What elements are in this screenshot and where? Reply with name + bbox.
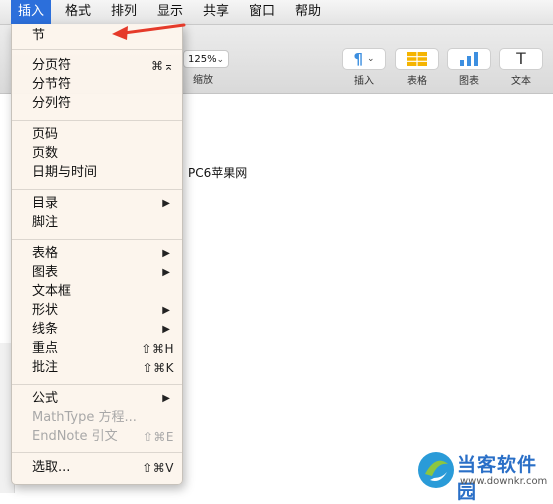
menu-item-date-time[interactable]: 日期与时间 (12, 164, 182, 182)
menu-item-comment[interactable]: 批注 ⇧⌘K (12, 359, 182, 377)
watermark-logo-icon (418, 452, 454, 488)
document-body-text[interactable]: PC6苹果网 (188, 164, 247, 181)
menu-item-mathtype: MathType 方程... (12, 409, 182, 427)
menu-bar: 插入 格式 排列 显示 共享 窗口 帮助 (0, 0, 553, 25)
menu-item-column-break[interactable]: 分列符 (12, 95, 182, 113)
menu-item-label: 公式 (32, 391, 59, 406)
shortcut-label: ⇧⌘H (141, 342, 174, 356)
text-button-label: 文本 (511, 76, 531, 87)
table-button-label: 表格 (407, 76, 427, 87)
chart-button[interactable] (447, 48, 491, 70)
shortcut-label: ⌘⌅ (150, 59, 174, 73)
menu-item-label: 图表 (32, 265, 59, 280)
menu-item-label: 目录 (32, 196, 59, 211)
insert-button[interactable]: ¶ ⌄ (342, 48, 386, 70)
zoom-value: 125% (188, 54, 217, 65)
menu-item-label: 选取... (32, 460, 71, 475)
menu-item-section-break[interactable]: 分节符 (12, 76, 182, 94)
menu-item-label: EndNote 引文 (32, 429, 118, 444)
menu-view[interactable]: 显示 (150, 0, 190, 24)
menu-item-label: MathType 方程... (32, 410, 137, 425)
menu-item-label: 形状 (32, 303, 59, 318)
submenu-arrow-icon: ▶ (162, 324, 170, 335)
menu-item-highlight[interactable]: 重点 ⇧⌘H (12, 340, 182, 358)
menu-item-label: 脚注 (32, 215, 59, 230)
menu-item-shape[interactable]: 形状 ▶ (12, 302, 182, 320)
menu-item-label: 文本框 (32, 284, 72, 299)
text-button[interactable]: T (499, 48, 543, 70)
menu-item-label: 页码 (32, 127, 59, 142)
shortcut-label: ⇧⌘E (142, 430, 174, 444)
menu-item-label: 页数 (32, 146, 59, 161)
shortcut-label: ⇧⌘V (142, 461, 174, 475)
menu-separator (12, 452, 182, 453)
submenu-arrow-icon: ▶ (162, 248, 170, 259)
submenu-arrow-icon: ▶ (162, 393, 170, 404)
submenu-arrow-icon: ▶ (162, 198, 170, 209)
menu-separator (12, 189, 182, 190)
menu-item-table[interactable]: 表格 ▶ (12, 245, 182, 263)
menu-item-endnote: EndNote 引文 ⇧⌘E (12, 428, 182, 446)
menu-item-label: 表格 (32, 246, 59, 261)
menu-help[interactable]: 帮助 (288, 0, 328, 24)
menu-item-label: 日期与时间 (32, 165, 98, 180)
zoom-label: 缩放 (193, 75, 213, 86)
zoom-select[interactable]: 125% ⌄ (183, 50, 229, 68)
menu-item-line[interactable]: 线条 ▶ (12, 321, 182, 339)
menu-item-toc[interactable]: 目录 ▶ (12, 195, 182, 213)
menu-separator (12, 49, 182, 50)
submenu-arrow-icon: ▶ (162, 305, 170, 316)
insert-dropdown-menu: 节 分页符 ⌘⌅ 分节符 分列符 页码 页数 日期与时间 目录 ▶ 脚注 表格 ▶ 图… (11, 24, 183, 485)
shortcut-label: ⇧⌘K (142, 361, 174, 375)
menu-item-label: 节 (32, 28, 46, 43)
chevron-down-icon: ⌄ (216, 55, 224, 65)
menu-separator (12, 120, 182, 121)
chevron-down-icon: ⌄ (367, 54, 375, 64)
watermark-logo: 当客软件园 www.downkr.com (414, 448, 553, 503)
chart-button-label: 图表 (459, 76, 479, 87)
menu-insert[interactable]: 插入 (11, 0, 52, 24)
table-icon (407, 52, 427, 66)
menu-item-page-number[interactable]: 页码 (12, 126, 182, 144)
menu-item-footnote[interactable]: 脚注 (12, 214, 182, 232)
menu-item-page-count[interactable]: 页数 (12, 145, 182, 163)
menu-window[interactable]: 窗口 (242, 0, 282, 24)
menu-item-textbox[interactable]: 文本框 (12, 283, 182, 301)
watermark-url: www.downkr.com (460, 476, 548, 487)
menu-separator (12, 239, 182, 240)
menu-item-label: 分节符 (32, 77, 72, 92)
table-button[interactable] (395, 48, 439, 70)
menu-share[interactable]: 共享 (196, 0, 236, 24)
menu-item-chart[interactable]: 图表 ▶ (12, 264, 182, 282)
paragraph-icon: ¶ (353, 50, 363, 68)
menu-item-choose[interactable]: 选取... ⇧⌘V (12, 459, 182, 477)
menu-item-page-break[interactable]: 分页符 ⌘⌅ (12, 57, 182, 75)
menu-item-label: 线条 (32, 322, 59, 337)
annotation-arrow-icon (112, 23, 186, 40)
menu-item-label: 重点 (32, 341, 59, 356)
menu-separator (12, 384, 182, 385)
submenu-arrow-icon: ▶ (162, 267, 170, 278)
menu-item-label: 批注 (32, 360, 59, 375)
text-icon: T (515, 49, 527, 68)
menu-item-equation[interactable]: 公式 ▶ (12, 390, 182, 408)
menu-format[interactable]: 格式 (58, 0, 98, 24)
insert-button-label: 插入 (354, 76, 374, 87)
menu-item-label: 分页符 (32, 58, 72, 73)
chart-icon (460, 52, 478, 66)
menu-item-label: 分列符 (32, 96, 72, 111)
menu-arrange[interactable]: 排列 (104, 0, 144, 24)
